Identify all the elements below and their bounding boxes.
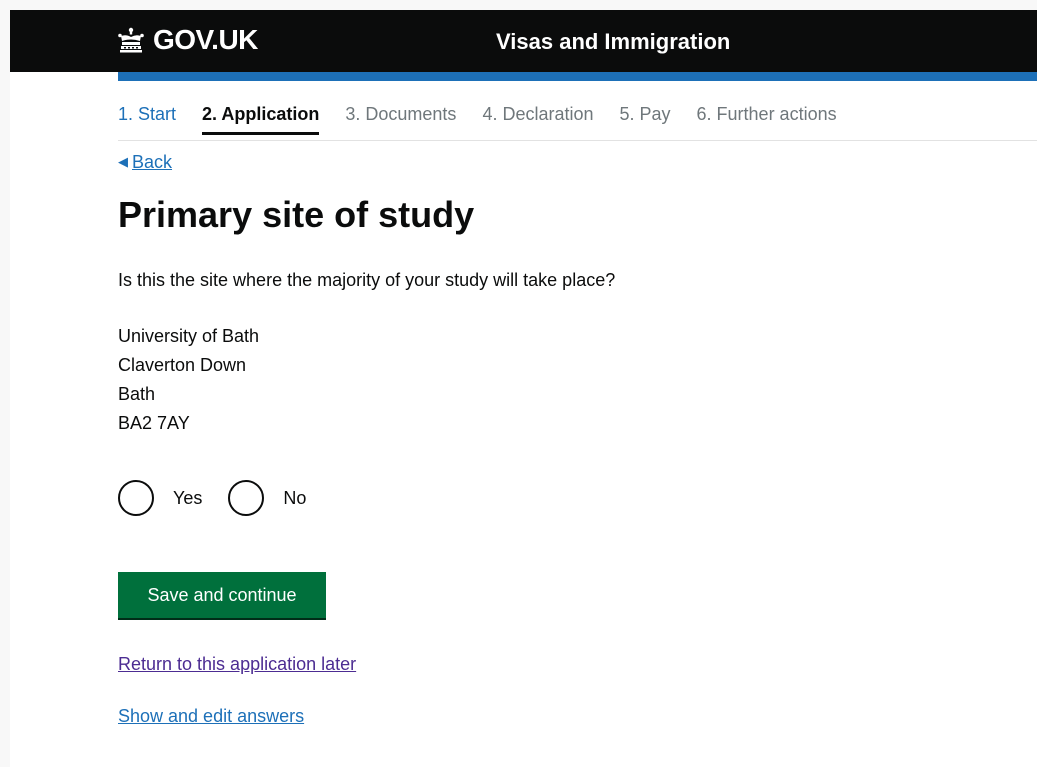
page-title: Primary site of study: [118, 194, 475, 235]
address-line: Bath: [118, 384, 156, 404]
address-line: BA2 7AY: [118, 413, 190, 433]
step-further-actions: 6. Further actions: [696, 104, 837, 124]
step-pay: 5. Pay: [619, 104, 671, 124]
site-header: GOV.UK Visas and Immigration: [10, 10, 1037, 72]
back-link-label: Back: [132, 152, 173, 172]
radio-yes-circle[interactable]: [118, 480, 154, 516]
service-name[interactable]: Visas and Immigration: [496, 28, 730, 56]
progress-steps: 1. Start 2. Application 3. Documents 4. …: [118, 102, 1037, 141]
study-site-address: University of Bath Claverton Down Bath B…: [118, 322, 259, 438]
save-and-continue-button[interactable]: Save and continue: [118, 572, 326, 618]
return-later-link[interactable]: Return to this application later: [118, 652, 356, 676]
radio-no[interactable]: No: [228, 480, 306, 516]
page-frame: GOV.UK Visas and Immigration 1. Start 2.…: [10, 10, 1037, 767]
step-declaration: 4. Declaration: [482, 104, 594, 124]
step-documents: 3. Documents: [345, 104, 457, 124]
logo-text: GOV.UK: [153, 24, 258, 55]
radio-no-label[interactable]: No: [283, 486, 306, 510]
crown-icon: [117, 27, 145, 53]
radio-group: Yes No: [118, 480, 332, 516]
radio-yes[interactable]: Yes: [118, 480, 202, 516]
radio-no-circle[interactable]: [228, 480, 265, 516]
back-link[interactable]: ◀ Back: [118, 150, 172, 174]
address-line: University of Bath: [118, 326, 260, 346]
step-application: 2. Application: [202, 102, 320, 135]
step-start[interactable]: 1. Start: [118, 102, 176, 132]
address-line: Claverton Down: [118, 355, 247, 375]
govuk-logo-link[interactable]: GOV.UK: [117, 24, 258, 56]
show-edit-answers-link[interactable]: Show and edit answers: [118, 704, 304, 728]
radio-yes-label[interactable]: Yes: [173, 486, 202, 510]
question-text: Is this the site where the majority of y…: [118, 270, 616, 290]
header-accent-bar: [118, 72, 1037, 81]
triangle-left-icon: ◀: [118, 154, 128, 169]
